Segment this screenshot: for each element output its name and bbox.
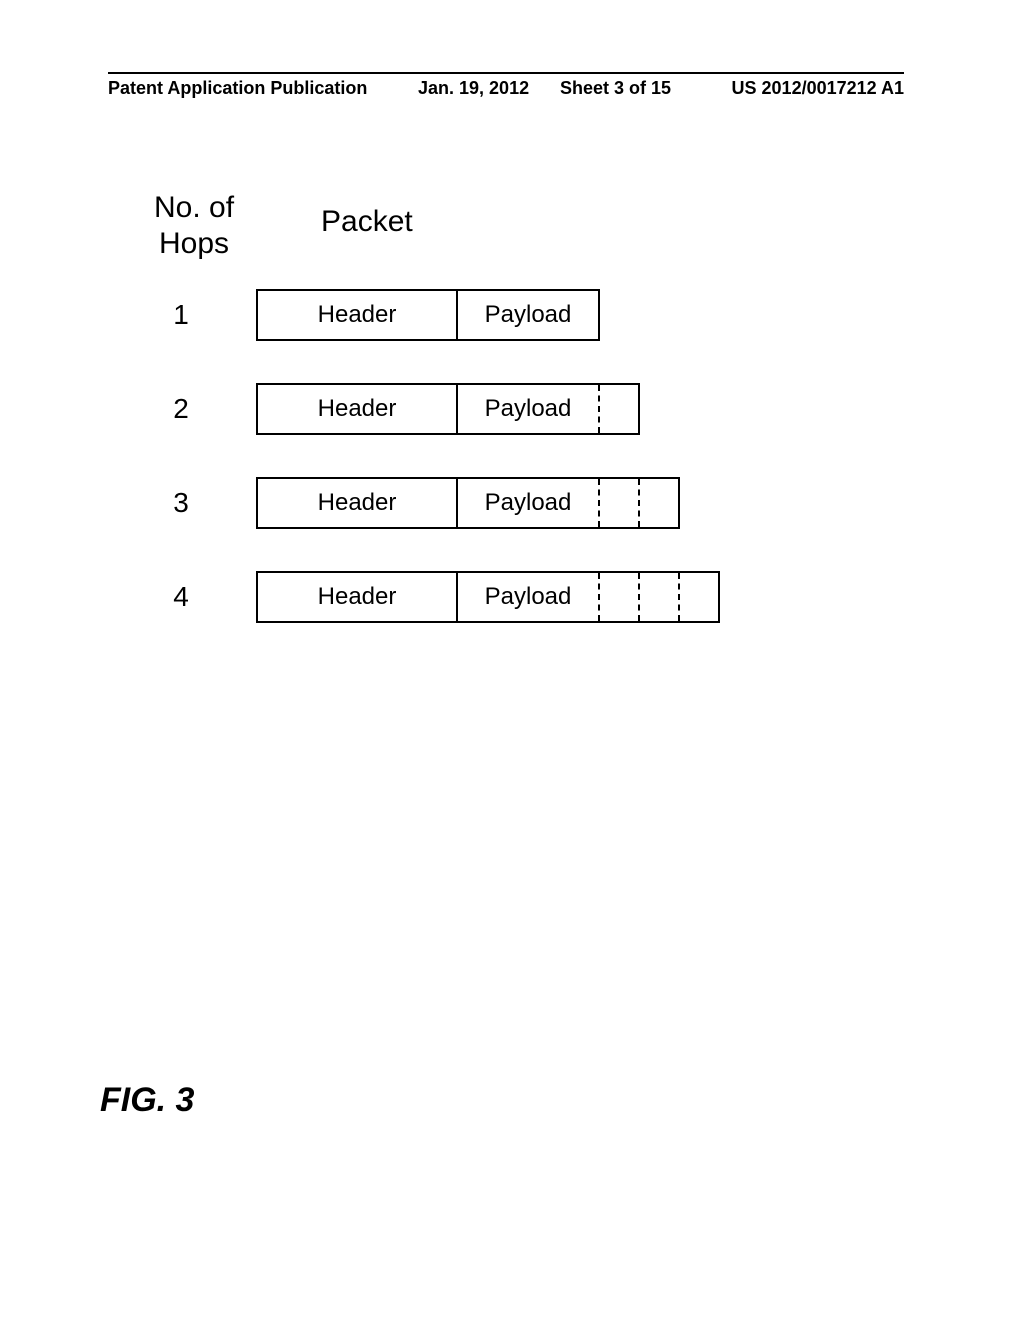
sheet-info: Sheet 3 of 15 [560, 78, 671, 99]
hops-label-line1: No. of [154, 190, 234, 226]
packet-row: 4 Header Payload [136, 570, 720, 624]
packet-column-header: Packet [321, 204, 413, 240]
packet-box: Header Payload [256, 477, 680, 529]
tag-cell [678, 573, 718, 621]
publication-number: US 2012/0017212 A1 [732, 78, 904, 99]
packet-box: Header Payload [256, 571, 720, 623]
hops-label-line2: Hops [154, 226, 234, 262]
payload-cell: Payload [458, 479, 598, 527]
publication-type: Patent Application Publication [108, 78, 367, 99]
tag-cell [598, 385, 638, 433]
hop-number: 3 [136, 487, 256, 519]
header-cell: Header [258, 291, 458, 339]
packet-row: 1 Header Payload [136, 288, 600, 342]
figure-label: FIG. 3 [100, 1081, 194, 1120]
packet-row: 3 Header Payload [136, 476, 680, 530]
hops-column-header: No. of Hops [154, 190, 234, 262]
header-cell: Header [258, 385, 458, 433]
header-cell: Header [258, 573, 458, 621]
hop-number: 4 [136, 581, 256, 613]
tag-cell [598, 479, 638, 527]
tag-cell [598, 573, 638, 621]
hop-number: 1 [136, 299, 256, 331]
tag-cell [638, 573, 678, 621]
payload-cell: Payload [458, 573, 598, 621]
header-cell: Header [258, 479, 458, 527]
packet-row: 2 Header Payload [136, 382, 640, 436]
publication-date: Jan. 19, 2012 [418, 78, 529, 99]
hop-number: 2 [136, 393, 256, 425]
payload-cell: Payload [458, 291, 598, 339]
payload-cell: Payload [458, 385, 598, 433]
packet-box: Header Payload [256, 289, 600, 341]
tag-cell [638, 479, 678, 527]
header-divider [108, 72, 904, 74]
packet-box: Header Payload [256, 383, 640, 435]
